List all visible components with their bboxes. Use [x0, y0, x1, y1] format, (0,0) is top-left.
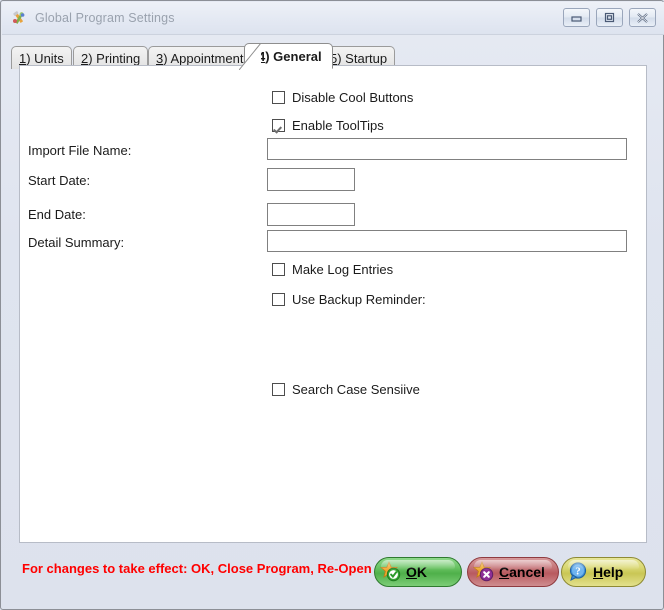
question-bubble-icon: ?: [567, 561, 589, 583]
settings-window: Global Program Settings 1) Units 2) Pr…: [0, 0, 664, 610]
ok-button[interactable]: OK: [374, 557, 462, 587]
cancel-button-label: Cancel: [499, 564, 545, 580]
tab-startup-label: ) Startup: [337, 50, 388, 66]
checkbox-disable-cool-buttons-box[interactable]: [272, 91, 285, 104]
window-controls: [563, 8, 656, 27]
checkbox-enable-tooltips-label: Enable ToolTips: [292, 118, 384, 133]
checkbox-search-case-sensitive[interactable]: Search Case Sensiive: [272, 382, 420, 397]
detail-summary-input[interactable]: [267, 230, 627, 252]
detail-summary-label: Detail Summary:: [28, 235, 125, 250]
end-date-label: End Date:: [28, 207, 86, 222]
checkbox-search-case-sensitive-label: Search Case Sensiive: [292, 382, 420, 397]
tab-general-label: ) General: [265, 48, 322, 64]
star-check-icon: [379, 560, 402, 583]
checkbox-make-log-entries-box[interactable]: [272, 263, 285, 276]
start-date-label: Start Date:: [28, 173, 91, 188]
tab-general[interactable]: 4) General: [244, 43, 333, 69]
checkbox-enable-tooltips[interactable]: Enable ToolTips: [272, 118, 384, 133]
general-tab-panel: Disable Cool Buttons Enable ToolTips Imp…: [19, 65, 647, 543]
svg-text:?: ?: [575, 566, 581, 578]
import-file-name-label: Import File Name:: [28, 143, 132, 158]
tab-appointment-accesskey: 3: [156, 50, 164, 66]
checkbox-use-backup-reminder-box[interactable]: [272, 293, 285, 306]
tab-units-accesskey: 1: [19, 50, 27, 66]
help-button[interactable]: ? Help: [561, 557, 646, 587]
minimize-button[interactable]: [563, 8, 590, 27]
import-file-name-input[interactable]: [267, 138, 627, 160]
checkbox-use-backup-reminder[interactable]: Use Backup Reminder:: [272, 292, 426, 307]
checkbox-search-case-sensitive-box[interactable]: [272, 383, 285, 396]
ok-button-label: OK: [406, 564, 428, 580]
close-button[interactable]: [629, 8, 656, 27]
restart-notice: For changes to take effect: OK, Close Pr…: [22, 561, 372, 576]
tab-general-accesskey: 4: [258, 48, 266, 64]
star-x-icon: [472, 560, 495, 583]
window-title: Global Program Settings: [35, 11, 175, 25]
cancel-button[interactable]: Cancel: [467, 557, 559, 587]
end-date-input[interactable]: [267, 203, 355, 226]
checkbox-disable-cool-buttons[interactable]: Disable Cool Buttons: [272, 90, 413, 105]
tab-units-label: ) Units: [26, 50, 64, 66]
checkbox-enable-tooltips-box[interactable]: [272, 119, 285, 132]
tab-printing-label: ) Printing: [88, 50, 141, 66]
checkbox-make-log-entries-label: Make Log Entries: [292, 262, 394, 277]
tools-wrench-icon: [10, 9, 28, 27]
footer-bar: For changes to take effect: OK, Close Pr…: [2, 549, 664, 610]
title-bar: Global Program Settings: [2, 2, 664, 35]
help-button-label: Help: [593, 564, 624, 580]
checkbox-use-backup-reminder-label: Use Backup Reminder:: [292, 292, 426, 307]
tab-printing-accesskey: 2: [81, 50, 89, 66]
checkbox-make-log-entries[interactable]: Make Log Entries: [272, 262, 393, 277]
maximize-button[interactable]: [596, 8, 623, 27]
start-date-input[interactable]: [267, 168, 355, 191]
tab-appointment-label: ) Appointment: [163, 50, 244, 66]
checkbox-disable-cool-buttons-label: Disable Cool Buttons: [292, 90, 414, 105]
